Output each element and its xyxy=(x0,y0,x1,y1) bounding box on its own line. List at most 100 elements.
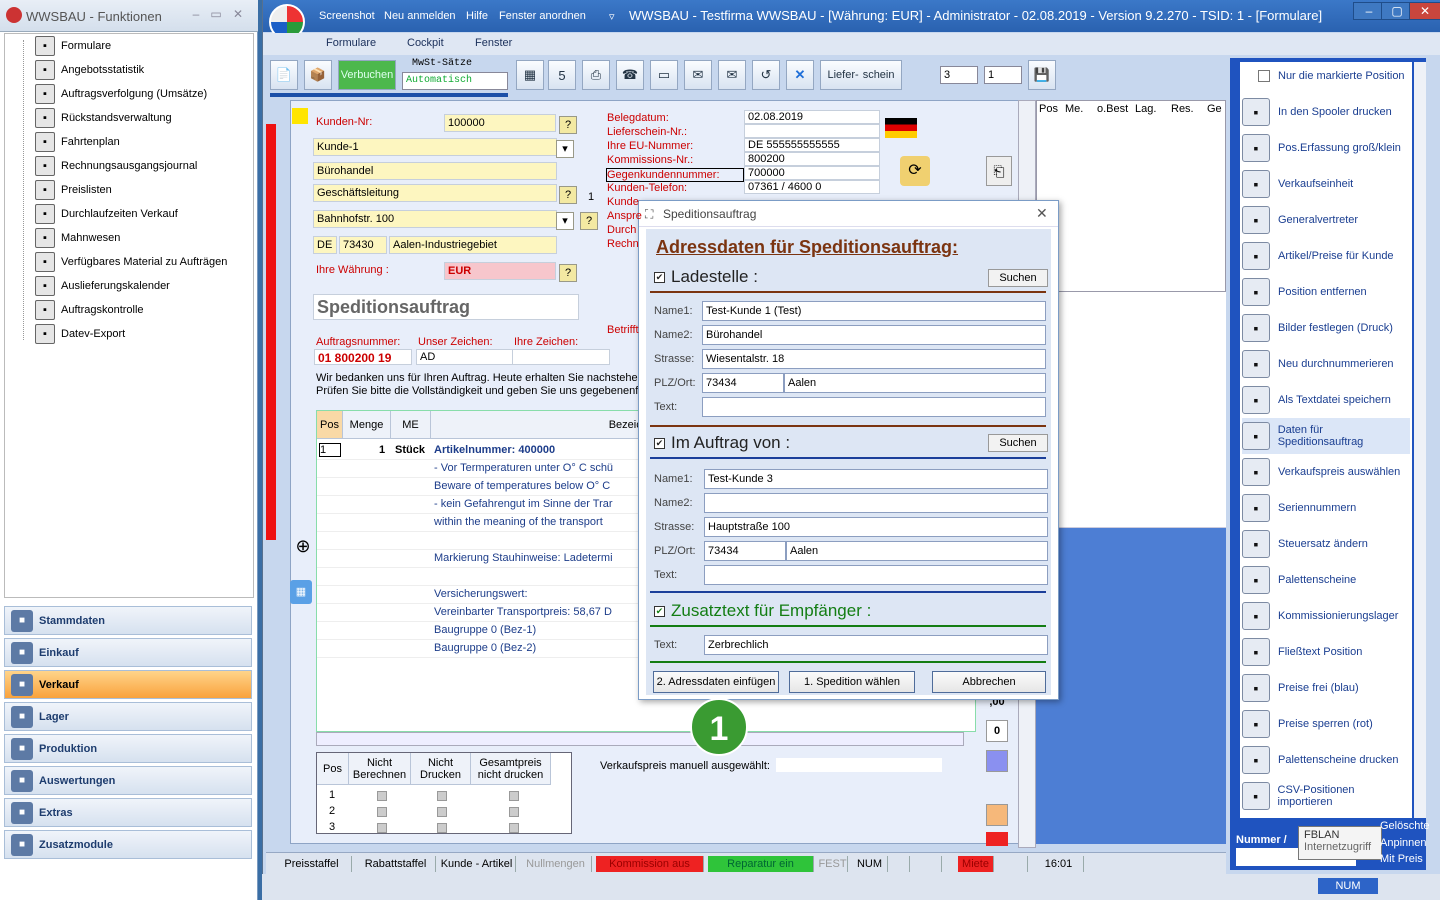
fax-icon[interactable]: ☎ xyxy=(616,60,644,90)
option-geloeschte[interactable]: Gelöschte xyxy=(1380,820,1430,832)
ladestelle-ort-field[interactable]: Aalen xyxy=(784,373,1046,393)
customer-name-field[interactable]: Kunde-1 xyxy=(313,138,557,156)
horizontal-scrollbar[interactable] xyxy=(316,732,964,746)
ladestelle-text-field[interactable] xyxy=(702,397,1046,417)
color-blue-swatch[interactable] xyxy=(986,750,1008,772)
close-icon[interactable]: ✕ xyxy=(1409,2,1440,20)
action-item[interactable]: ▪ Bilder festlegen (Druck) xyxy=(1242,310,1410,346)
status-item[interactable]: Preisstaffel xyxy=(272,856,352,872)
calculator-icon[interactable]: ▦ xyxy=(516,60,544,90)
nav-group-zusatzmodule[interactable]: ■ Zusatzmodule xyxy=(4,830,252,859)
menu-formulare[interactable]: Formulare xyxy=(326,37,376,49)
tree-item[interactable]: ▪ Formulare xyxy=(35,35,111,57)
status-item[interactable] xyxy=(1004,856,1028,872)
calendar-icon[interactable]: 5 xyxy=(548,60,576,90)
position-info-column[interactable]: Ge xyxy=(1207,103,1222,115)
position-info-column[interactable]: Pos xyxy=(1039,103,1058,115)
color-orange-swatch[interactable] xyxy=(986,804,1008,826)
action-item[interactable]: ▪ Preise frei (blau) xyxy=(1242,670,1410,706)
auftrag-plz-field[interactable]: 73434 xyxy=(704,541,786,561)
action-item[interactable]: ▪ Palettenscheine xyxy=(1242,562,1410,598)
position-info-column[interactable]: Me. xyxy=(1065,103,1083,115)
tree-item[interactable]: ▪ Auftragsverfolgung (Umsätze) xyxy=(35,83,207,105)
status-item[interactable]: Miete xyxy=(958,856,994,872)
nav-group-verkauf[interactable]: ■ Verkauf xyxy=(4,670,252,699)
tree-item[interactable]: ▪ Datev-Export xyxy=(35,323,125,345)
new-doc-icon[interactable]: 📄 xyxy=(270,60,298,90)
nav-group-produktion[interactable]: ■ Produktion xyxy=(4,734,252,763)
adressdaten-einfuegen-button[interactable]: 2. Adressdaten einfügen xyxy=(653,671,779,693)
dropdown-icon[interactable]: ▾ xyxy=(556,212,574,230)
minimize-icon[interactable]: – xyxy=(188,7,204,21)
position-info-column[interactable]: Res. xyxy=(1171,103,1194,115)
meta-value[interactable]: 800200 xyxy=(744,152,880,166)
help-icon[interactable]: ? xyxy=(559,186,577,204)
tree-item[interactable]: ▪ Durchlaufzeiten Verkauf xyxy=(35,203,178,225)
nav-group-stammdaten[interactable]: ■ Stammdaten xyxy=(4,606,252,635)
tree-item[interactable]: ▪ Fahrtenplan xyxy=(35,131,120,153)
action-item[interactable]: ▪ Verkaufseinheit xyxy=(1242,166,1410,202)
option-anpinnen[interactable]: Anpinnen xyxy=(1380,837,1427,849)
action-item[interactable]: ▪ Palettenscheine drucken xyxy=(1242,742,1410,778)
help-icon[interactable]: ? xyxy=(559,116,577,134)
abbrechen-button[interactable]: Abbrechen xyxy=(932,671,1046,693)
chevron-down-icon[interactable]: ▿ xyxy=(609,10,615,23)
zusatztext-field[interactable]: Zerbrechlich xyxy=(704,635,1048,655)
order-value[interactable]: 01 800200 19 xyxy=(314,349,412,365)
print-option-checkbox[interactable] xyxy=(437,807,447,817)
print-option-checkbox[interactable] xyxy=(437,791,447,801)
tree-item[interactable]: ▪ Rechnungsausgangsjournal xyxy=(35,155,197,177)
tree-item[interactable]: ▪ Rückstandsverwaltung xyxy=(35,107,172,129)
nav-group-einkauf[interactable]: ■ Einkauf xyxy=(4,638,252,667)
status-item[interactable]: Reparatur ein xyxy=(708,856,814,872)
meta-value[interactable]: 07361 / 4600 0 xyxy=(744,180,880,194)
zusatztext-checkbox[interactable]: ✔ xyxy=(654,605,665,617)
tree-item[interactable]: ▪ Mahnwesen xyxy=(35,227,120,249)
address-line2-field[interactable]: Bürohandel xyxy=(313,162,557,180)
print-option-checkbox[interactable] xyxy=(437,823,447,833)
kunden-nr-field[interactable]: 100000 xyxy=(444,114,556,132)
action-item[interactable]: ▪ Neu durchnummerieren xyxy=(1242,346,1410,382)
tab-screenshot[interactable]: Screenshot xyxy=(319,10,375,22)
undo-icon[interactable]: ↺ xyxy=(752,60,780,90)
auftrag-ort-field[interactable]: Aalen xyxy=(786,541,1048,561)
nav-group-extras[interactable]: ■ Extras xyxy=(4,798,252,827)
close-icon[interactable]: ✕ xyxy=(230,7,246,21)
country-field[interactable]: DE xyxy=(313,236,337,254)
copies-select[interactable]: 3 xyxy=(940,66,978,84)
zip-field[interactable]: 73430 xyxy=(339,236,387,254)
status-item[interactable]: FEST xyxy=(818,856,848,872)
action-item[interactable]: ▪ Fließtext Position xyxy=(1242,634,1410,670)
action-list-scrollbar[interactable] xyxy=(1414,62,1426,818)
status-item[interactable]: Rabattstaffel xyxy=(356,856,436,872)
mwst-select[interactable]: Automatisch xyxy=(402,72,508,90)
action-item[interactable]: ▪ Daten für Speditionsauftrag xyxy=(1242,418,1410,454)
calculator-icon[interactable]: ▦ xyxy=(290,580,312,604)
order-value[interactable]: AD xyxy=(416,349,514,365)
action-item[interactable]: ▪ Position entfernen xyxy=(1242,274,1410,310)
action-item[interactable]: ▪ Preise sperren (rot) xyxy=(1242,706,1410,742)
grid-header[interactable]: Pos xyxy=(317,411,343,439)
ladestelle-search-button[interactable]: Suchen xyxy=(988,269,1048,287)
ladestelle-plz-field[interactable]: 73434 xyxy=(702,373,784,393)
action-item[interactable]: ▪ Verkaufspreis auswählen xyxy=(1242,454,1410,490)
print-option-checkbox[interactable] xyxy=(377,791,387,801)
status-item[interactable] xyxy=(924,856,942,872)
monitor-icon[interactable]: ▭ xyxy=(650,60,678,90)
print-grid-header[interactable]: Pos xyxy=(317,753,349,785)
printer-icon[interactable]: ⎙ xyxy=(582,60,610,90)
markierte-position-checkbox[interactable] xyxy=(1258,70,1270,82)
action-item[interactable]: ▪ Pos.Erfassung groß/klein xyxy=(1242,130,1410,166)
tab-hilfe[interactable]: Hilfe xyxy=(466,10,488,22)
ladestelle-name1-field[interactable]: Test-Kunde 1 (Test) xyxy=(702,301,1046,321)
status-item[interactable]: Kunde - Artikel xyxy=(438,856,516,872)
nav-group-lager[interactable]: ■ Lager xyxy=(4,702,252,731)
position-info-column[interactable]: o.Best xyxy=(1097,103,1128,115)
page-select[interactable]: 1 xyxy=(984,66,1022,84)
print-grid-header[interactable]: Gesamtpreis nicht drucken xyxy=(471,753,551,785)
action-item[interactable]: ▪ Generalvertreter xyxy=(1242,202,1410,238)
print-option-checkbox[interactable] xyxy=(377,807,387,817)
city-field[interactable]: Aalen-Industriegebiet xyxy=(389,236,557,254)
german-flag-icon[interactable] xyxy=(885,118,917,138)
help-icon[interactable]: ? xyxy=(559,264,577,282)
